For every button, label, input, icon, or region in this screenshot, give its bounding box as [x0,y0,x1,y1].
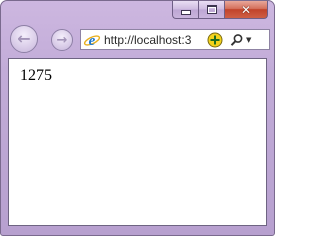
chevron-down-icon[interactable]: ▼ [246,36,251,44]
forward-button[interactable]: → [51,29,73,51]
search-icon[interactable] [230,33,244,47]
back-arrow-icon: ← [17,29,31,48]
caption-buttons: ✕ [172,1,268,20]
url-text[interactable]: http://localhost:3 [104,33,204,47]
browser-window: ✕ ← → e http://localhost:3 ▼ 1275 [0,0,275,236]
minimize-icon [180,10,191,15]
minimize-button[interactable] [172,1,198,19]
compatibility-view-icon[interactable] [207,32,223,48]
page-content: 1275 [8,58,267,226]
maximize-icon [206,5,217,14]
svg-text:e: e [89,33,96,49]
maximize-button[interactable] [198,1,224,19]
navigation-bar: ← → e http://localhost:3 ▼ [7,24,270,58]
address-bar[interactable]: e http://localhost:3 ▼ [80,29,270,50]
back-button[interactable]: ← [10,25,38,53]
ie-page-icon: e [83,33,101,49]
close-button[interactable]: ✕ [224,1,268,19]
close-icon: ✕ [240,2,252,17]
forward-arrow-icon: → [56,32,68,48]
page-text: 1275 [20,67,52,84]
